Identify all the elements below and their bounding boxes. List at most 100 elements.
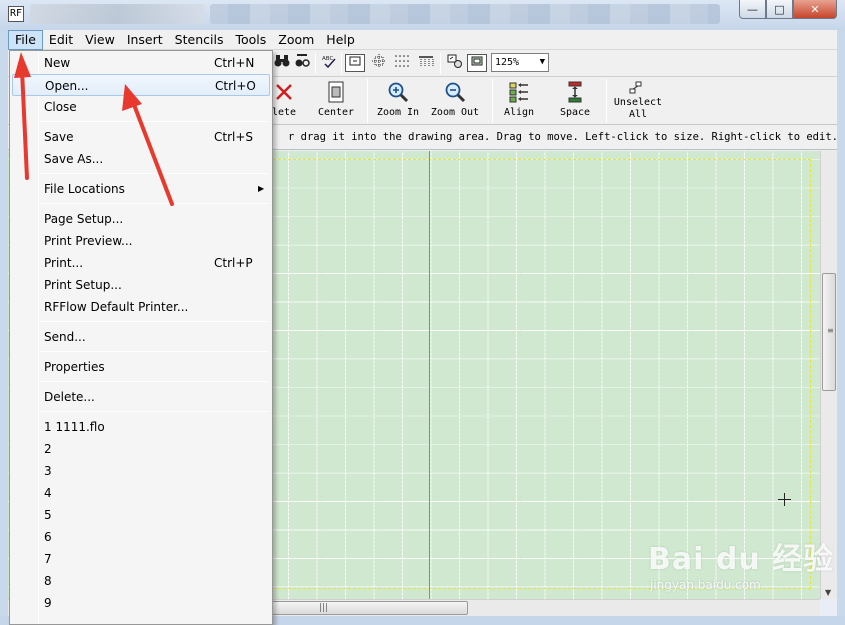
menu-item-label: RFFlow Default Printer...: [44, 300, 189, 314]
menu-separator: [40, 381, 268, 382]
menu-tools[interactable]: Tools: [229, 30, 272, 50]
toolbar-separator: [440, 53, 441, 74]
menu-help[interactable]: Help: [320, 30, 361, 50]
recent-file-label: 3: [44, 464, 52, 478]
menu-item-file-locations[interactable]: File Locations ▶: [12, 178, 270, 200]
menu-item-save-as[interactable]: Save As...: [12, 148, 270, 170]
menu-item-label: Save: [44, 130, 74, 144]
title-bar: RF — □ ✕: [0, 0, 845, 30]
menu-item-delete[interactable]: Delete...: [12, 386, 270, 408]
menu-item-label: Save As...: [44, 152, 104, 166]
zoom-out-icon: [428, 81, 482, 105]
zoom-in-button[interactable]: Zoom In: [374, 81, 422, 119]
binoculars-icon[interactable]: [272, 54, 292, 72]
recent-file-3[interactable]: 3: [12, 460, 270, 482]
shapes-icon[interactable]: [445, 54, 465, 72]
maximize-button[interactable]: □: [766, 0, 793, 19]
menu-item-label: Print...: [44, 256, 84, 270]
page-divider-line: [429, 151, 430, 599]
menu-item-default-printer[interactable]: RFFlow Default Printer...: [12, 296, 270, 318]
menu-file[interactable]: File: [8, 29, 43, 50]
center-icon: [312, 81, 360, 105]
menu-item-shortcut: Ctrl+P: [214, 256, 253, 270]
center-button[interactable]: Center: [312, 81, 360, 119]
submenu-arrow-icon: ▶: [258, 184, 265, 193]
space-button[interactable]: Space: [554, 81, 596, 119]
menu-item-send[interactable]: Send...: [12, 326, 270, 348]
menu-item-label: Page Setup...: [44, 212, 124, 226]
menu-item-label: File Locations: [44, 182, 125, 196]
recent-file-2[interactable]: 2: [12, 438, 270, 460]
recent-file-5[interactable]: 5: [12, 504, 270, 526]
recent-file-7[interactable]: 7: [12, 548, 270, 570]
grid-snap-icon[interactable]: [369, 54, 389, 72]
menu-item-page-setup[interactable]: Page Setup...: [12, 208, 270, 230]
menu-separator: [40, 203, 268, 204]
ruler-icon[interactable]: [416, 54, 436, 72]
recent-file-6[interactable]: 6: [12, 526, 270, 548]
menu-item-shortcut: Ctrl+S: [214, 130, 254, 144]
page-view-icon[interactable]: [467, 54, 487, 72]
zoom-out-button[interactable]: Zoom Out: [428, 81, 482, 119]
menu-item-label: Delete...: [44, 390, 95, 404]
space-icon: [554, 81, 596, 105]
menu-item-close[interactable]: Close: [12, 96, 270, 118]
recent-file-4[interactable]: 4: [12, 482, 270, 504]
menu-item-shortcut: Ctrl+N: [214, 56, 255, 70]
menu-item-shortcut: Ctrl+O: [215, 79, 256, 93]
watermark-brand: Bai du 经验: [648, 542, 835, 577]
page-boundary: [273, 159, 811, 589]
toolbar-separator: [606, 79, 607, 123]
menu-item-print-setup[interactable]: Print Setup...: [12, 274, 270, 296]
menu-item-label: Open...: [45, 79, 89, 93]
window-controls: — □ ✕: [739, 0, 837, 20]
align-icon: [498, 81, 540, 105]
window-frame-right: [837, 30, 845, 616]
recent-file-8[interactable]: 8: [12, 570, 270, 592]
align-label: Align: [503, 107, 535, 118]
menu-item-properties[interactable]: Properties: [12, 356, 270, 378]
menu-separator: [40, 411, 268, 412]
menu-edit[interactable]: Edit: [43, 30, 79, 50]
recent-file-label: 4: [44, 486, 52, 500]
recent-file-9[interactable]: 9: [12, 592, 270, 614]
blurred-title-background: [210, 4, 720, 24]
unselect-all-button[interactable]: Unselect All: [612, 81, 664, 121]
close-button[interactable]: ✕: [793, 0, 837, 19]
fit-page-icon[interactable]: [345, 54, 365, 72]
unselect-label-line1: Unselect: [613, 97, 663, 108]
menu-item-new[interactable]: New Ctrl+N: [12, 52, 270, 74]
zoom-level-select[interactable]: 125% ▼: [491, 53, 549, 72]
menu-item-label: Print Preview...: [44, 234, 133, 248]
menu-separator: [40, 321, 268, 322]
recent-file-label: 7: [44, 552, 52, 566]
menu-insert[interactable]: Insert: [121, 30, 169, 50]
zoom-in-label: Zoom In: [376, 107, 420, 118]
unselect-icon: [612, 81, 664, 95]
app-icon[interactable]: RF: [8, 6, 24, 22]
menu-zoom[interactable]: Zoom: [272, 30, 320, 50]
recent-file-label: 1 1111.flo: [44, 420, 105, 434]
recent-file-label: 2: [44, 442, 52, 456]
align-button[interactable]: Align: [498, 81, 540, 119]
spell-check-icon[interactable]: ABC: [319, 54, 339, 72]
menu-view[interactable]: View: [79, 30, 121, 50]
menu-item-print-preview[interactable]: Print Preview...: [12, 230, 270, 252]
recent-file-1[interactable]: 1 1111.flo: [12, 416, 270, 438]
menu-stencils[interactable]: Stencils: [169, 30, 230, 50]
menu-item-label: New: [44, 56, 71, 70]
watermark: Bai du 经验 jingyan.baidu.com: [648, 534, 834, 592]
menu-item-save[interactable]: Save Ctrl+S: [12, 126, 270, 148]
find-replace-icon[interactable]: [292, 54, 312, 72]
menu-item-label: Send...: [44, 330, 86, 344]
minimize-button[interactable]: —: [739, 0, 766, 19]
menu-item-print[interactable]: Print... Ctrl+P: [12, 252, 270, 274]
recent-file-label: 9: [44, 596, 52, 610]
vertical-scrollbar[interactable]: ≡ ▼: [820, 151, 837, 599]
horizontal-scroll-thumb[interactable]: |||: [268, 601, 468, 615]
grid-dots-icon[interactable]: [392, 54, 412, 72]
file-menu-dropdown: New Ctrl+N Open... Ctrl+O Close Save Ctr…: [9, 50, 273, 625]
menu-item-open[interactable]: Open... Ctrl+O: [12, 74, 270, 96]
vertical-scroll-thumb[interactable]: ≡: [822, 273, 836, 391]
menu-separator: [40, 173, 268, 174]
